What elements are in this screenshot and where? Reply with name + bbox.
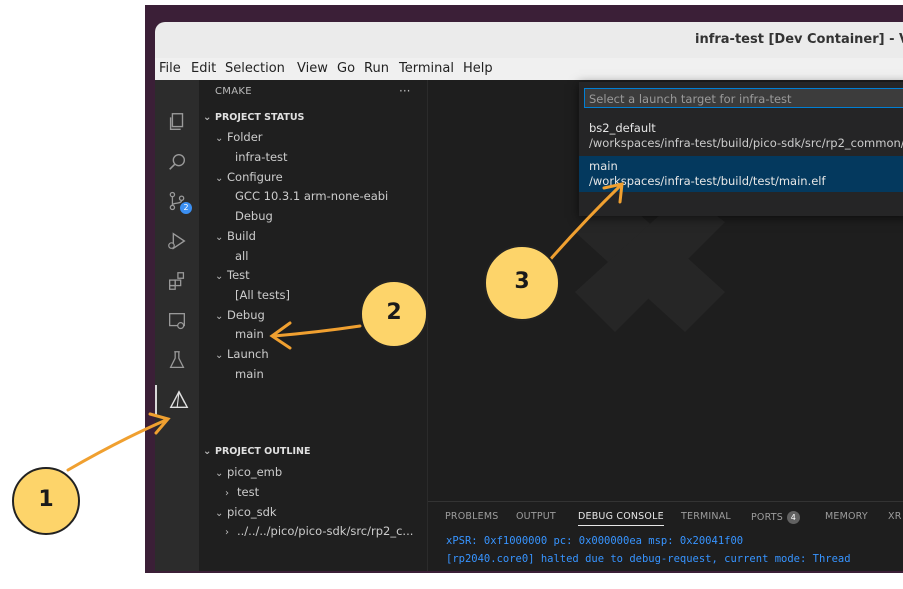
launch-target-search-input[interactable]: Select a launch target for infra-test xyxy=(584,88,903,108)
debug-target[interactable]: main xyxy=(235,325,264,343)
tab-ports[interactable]: PORTS 4 xyxy=(751,511,800,524)
project-outline-header[interactable]: ⌄ PROJECT OUTLINE xyxy=(203,443,310,461)
configure-variant[interactable]: Debug xyxy=(235,207,273,225)
chevron-down-icon: ⌄ xyxy=(215,350,224,361)
callout-label-2: 2 xyxy=(386,300,402,325)
ports-count-badge: 4 xyxy=(786,511,800,524)
launch-node[interactable]: ⌄ Launch xyxy=(215,345,269,363)
chevron-right-icon: › xyxy=(225,527,229,538)
chevron-right-icon: › xyxy=(225,488,229,499)
explorer-icon[interactable] xyxy=(155,107,199,137)
menu-help[interactable]: Help xyxy=(463,61,493,76)
search-icon[interactable] xyxy=(155,147,199,177)
menu-go[interactable]: Go xyxy=(337,61,355,76)
activity-bar: 2 xyxy=(155,80,199,571)
menu-bar: File Edit Selection View Go Run Terminal… xyxy=(155,58,903,80)
outline-pico-emb[interactable]: ⌄ pico_emb xyxy=(215,463,282,481)
menu-edit[interactable]: Edit xyxy=(191,61,216,76)
menu-view[interactable]: View xyxy=(297,61,328,76)
menu-terminal[interactable]: Terminal xyxy=(399,61,454,76)
bottom-panel: PROBLEMS OUTPUT DEBUG CONSOLE TERMINAL P… xyxy=(428,501,903,571)
menu-file[interactable]: File xyxy=(159,61,181,76)
chevron-down-icon: ⌄ xyxy=(215,468,224,479)
source-control-badge: 2 xyxy=(180,202,192,214)
tab-memory[interactable]: MEMORY xyxy=(825,511,868,522)
title-bar: infra-test [Dev Container] - Visua xyxy=(155,22,903,59)
callout-label-1: 1 xyxy=(38,487,54,512)
more-actions-button[interactable]: ··· xyxy=(399,84,410,98)
callout-label-3: 3 xyxy=(514,269,530,294)
build-target[interactable]: all xyxy=(235,247,248,265)
tab-output[interactable]: OUTPUT xyxy=(516,511,556,522)
chevron-down-icon: ⌄ xyxy=(215,173,224,184)
chevron-down-icon: ⌄ xyxy=(215,232,224,243)
chevron-down-icon: ⌄ xyxy=(215,271,224,282)
window-title: infra-test [Dev Container] - Visua xyxy=(695,32,903,47)
chevron-down-icon: ⌄ xyxy=(215,508,224,519)
cmake-icon[interactable] xyxy=(155,385,201,415)
tab-xrtos[interactable]: XR xyxy=(888,511,902,522)
test-node[interactable]: ⌄ Test xyxy=(215,266,250,284)
configure-node[interactable]: ⌄ Configure xyxy=(215,168,283,186)
source-control-icon[interactable]: 2 xyxy=(155,186,199,216)
configure-kit[interactable]: GCC 10.3.1 arm-none-eabi xyxy=(235,187,388,205)
project-status-header[interactable]: ⌄ PROJECT STATUS xyxy=(203,109,304,127)
tab-debug-console[interactable]: DEBUG CONSOLE xyxy=(578,511,664,526)
menu-selection[interactable]: Selection xyxy=(225,61,285,76)
cmake-sidebar: CMAKE ··· ⌄ PROJECT STATUS ⌄ Folder infra-… xyxy=(199,80,428,571)
chevron-down-icon: ⌄ xyxy=(215,311,224,322)
outline-sdk-path[interactable]: › ../../../pico/pico-sdk/src/rp2_c... xyxy=(225,522,413,540)
quick-pick-item-selected[interactable]: main /workspaces/infra-test/build/test/m… xyxy=(579,156,903,192)
remote-explorer-icon[interactable] xyxy=(155,306,199,336)
vscode-window: infra-test [Dev Container] - Visua File … xyxy=(155,22,903,571)
outline-test[interactable]: › test xyxy=(225,483,259,501)
launch-target-quick-pick: Select a launch target for infra-test bs… xyxy=(579,82,903,216)
menu-run[interactable]: Run xyxy=(364,61,389,76)
tab-problems[interactable]: PROBLEMS xyxy=(445,511,498,522)
chevron-down-icon: ⌄ xyxy=(203,112,212,123)
folder-node[interactable]: ⌄ Folder xyxy=(215,128,263,146)
console-line: xPSR: 0xf1000000 pc: 0x000000ea msp: 0x2… xyxy=(446,535,744,547)
launch-target[interactable]: main xyxy=(235,365,264,383)
tab-terminal[interactable]: TERMINAL xyxy=(681,511,731,522)
sidebar-title: CMAKE xyxy=(215,86,252,97)
extensions-icon[interactable] xyxy=(155,266,199,296)
chevron-down-icon: ⌄ xyxy=(215,133,224,144)
debug-node[interactable]: ⌄ Debug xyxy=(215,306,265,324)
test-target[interactable]: [All tests] xyxy=(235,286,290,304)
testing-icon[interactable] xyxy=(155,345,199,375)
console-line: [rp2040.core0] halted due to debug-reque… xyxy=(446,553,851,565)
quick-pick-item[interactable]: bs2_default /workspaces/infra-test/build… xyxy=(579,118,903,154)
run-debug-icon[interactable] xyxy=(155,226,199,256)
outline-pico-sdk[interactable]: ⌄ pico_sdk xyxy=(215,503,277,521)
chevron-down-icon: ⌄ xyxy=(203,446,212,457)
build-node[interactable]: ⌄ Build xyxy=(215,227,256,245)
folder-value[interactable]: infra-test xyxy=(235,148,288,166)
